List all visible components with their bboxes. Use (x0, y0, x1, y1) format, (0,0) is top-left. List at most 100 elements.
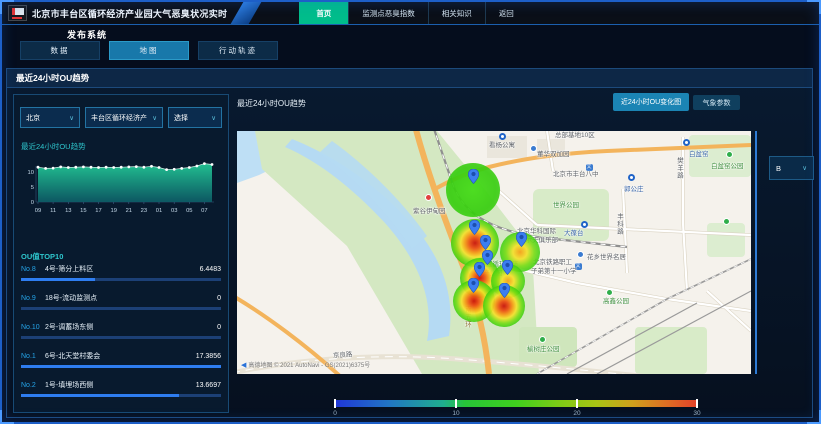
site-select[interactable]: 选择∨ (168, 107, 222, 128)
district-select-value: 丰台区循环经济产 (91, 113, 147, 123)
weather-params-button[interactable]: 气象参数 (693, 95, 740, 110)
svg-text:23: 23 (141, 208, 147, 214)
poi-red-icon (425, 194, 432, 201)
map-label: 白盆窑 (689, 152, 709, 159)
nav-item-1[interactable]: 监测点恶臭指数 (348, 2, 428, 24)
value-bar-track (21, 307, 221, 310)
nav-item-0[interactable]: 首页 (299, 2, 348, 24)
page-title: 北京市丰台区循环经济产业园大气恶臭状况实时 (32, 7, 227, 20)
chevron-down-icon: ∨ (152, 114, 157, 122)
ou-change-map-button[interactable]: 近24小时OU变化图 (613, 93, 689, 111)
site-name: 1号-填埋场西侧 (45, 380, 93, 390)
svg-text:03: 03 (171, 208, 177, 214)
top-list-row: No.2 1号-填埋场西侧 13.6697 (21, 379, 221, 408)
ou-trend-chart: 0510091113151719212301030507 (16, 152, 226, 224)
school-icon: 文 (586, 164, 593, 171)
map-pin[interactable] (468, 169, 479, 184)
map-pin[interactable] (502, 260, 513, 275)
filter-selects: 北京 ∨ 丰台区循环经济产 ∨ 选择∨ (20, 107, 222, 128)
top-list-row-line: No.918号-流动监测点0 (21, 292, 221, 303)
header: 北京市丰台区循环经济产业园大气恶臭状况实时 首页监测点恶臭指数相关知识返回 (2, 2, 819, 25)
heat-scale-labels: 0102030 (334, 410, 698, 420)
value-bar-track (21, 394, 221, 397)
metro-icon (628, 174, 635, 181)
svg-text:21: 21 (126, 208, 132, 214)
ou-value: 6.4483 (200, 266, 221, 273)
map-pin[interactable] (516, 232, 527, 247)
map-label: 大葆台 (564, 231, 584, 238)
rank-label: No.10 (21, 324, 40, 331)
amap-logo-icon: ◀ (241, 361, 246, 369)
map-label: 丰科路 (615, 213, 622, 236)
metro-icon (683, 139, 690, 146)
top-list-row-line: No.1 6号-北天堂村委会 17.3856 (21, 350, 221, 361)
scale-tick-mark (576, 399, 578, 408)
map-label: 子弟第十一小学 (531, 269, 577, 276)
layer-select-value: B (776, 164, 781, 173)
metro-icon (499, 133, 506, 140)
scale-tick-label: 20 (573, 410, 580, 417)
top-list-row: No.84号-筛分上料区6.4483 (21, 263, 221, 292)
top-list-row-line: No.84号-筛分上料区6.4483 (21, 263, 221, 274)
rank-label: No.1 (21, 353, 40, 360)
app-logo (8, 5, 27, 21)
park-icon (606, 289, 613, 296)
svg-text:17: 17 (95, 208, 101, 214)
map-label: 京良路 (333, 352, 353, 360)
map-pin[interactable] (480, 235, 491, 250)
map-pin[interactable] (499, 283, 510, 298)
park-area (707, 223, 745, 257)
tab-0[interactable]: 数据 (20, 41, 100, 60)
svg-text:19: 19 (110, 208, 116, 214)
ou-value: 13.6697 (196, 382, 221, 389)
nav-item-3[interactable]: 返回 (485, 2, 527, 24)
top-list-row: No.102号-调蓄场东侧0 (21, 321, 221, 350)
chart-title: 最近24小时OU趋势 (21, 141, 86, 152)
tab-1[interactable]: 地图 (109, 41, 189, 60)
site-select-value: 选择 (174, 113, 188, 123)
site-name: 6号-北天堂村委会 (45, 351, 100, 361)
rank-label: No.9 (21, 295, 40, 302)
map-pin[interactable] (474, 262, 485, 277)
system-label: 发布系统 (67, 28, 107, 41)
map-label: 榆树庄公园 (527, 347, 560, 354)
tab-2[interactable]: 行动轨迹 (198, 41, 278, 60)
layer-select[interactable]: B ∨ (769, 156, 814, 180)
top-list-row: No.918号-流动监测点0 (21, 292, 221, 321)
district-select[interactable]: 丰台区循环经济产 ∨ (85, 107, 163, 128)
svg-text:07: 07 (201, 208, 207, 214)
main-panel: 最近24小时OU趋势 北京∨丰台区循环经济产∨选择∨ 最近24小时OU趋势 05… (6, 68, 813, 418)
map-pin[interactable] (469, 220, 480, 235)
map-label: 看杨公寓 (489, 143, 515, 150)
poi-blue-icon (530, 145, 537, 152)
map-label: 白盆窑公园 (711, 164, 744, 171)
ou-value: 17.3856 (196, 353, 221, 360)
svg-text:01: 01 (156, 208, 162, 214)
heat-scale (334, 400, 698, 407)
nav-item-2[interactable]: 相关知识 (428, 2, 485, 24)
main-nav: 首页监测点恶臭指数相关知识返回 (299, 2, 527, 24)
svg-text:09: 09 (35, 208, 41, 214)
map-label: 世界公园 (553, 203, 579, 210)
chevron-down-icon: ∨ (69, 114, 74, 122)
svg-text:11: 11 (50, 208, 56, 214)
scale-tick-mark (455, 399, 457, 408)
panel-title: 最近24小时OU趋势 (7, 69, 812, 88)
value-bar-fill (21, 394, 179, 397)
map-label: 紫谷伊甸园 (413, 209, 446, 216)
map-label: 北京市丰台八中 (553, 172, 599, 179)
city-select[interactable]: 北京 ∨ (20, 107, 80, 128)
rank-label: No.2 (21, 382, 40, 389)
map-pin[interactable] (468, 278, 479, 293)
scale-tick-label: 10 (452, 410, 459, 417)
map-label: 北京铁路职工 (533, 260, 572, 267)
scale-tick-mark (696, 399, 698, 408)
map-canvas[interactable]: ◀ 高德地图 © 2021 AutoNavi - GS(2021)6375号 文… (237, 131, 751, 374)
top-list-title: OU值TOP10 (21, 251, 63, 262)
value-bar-track (21, 336, 221, 339)
svg-text:5: 5 (31, 185, 34, 191)
city-select-value: 北京 (26, 113, 40, 123)
scale-tick-mark (334, 399, 336, 408)
svg-text:15: 15 (80, 208, 86, 214)
map-label: 高鑫公园 (603, 299, 629, 306)
